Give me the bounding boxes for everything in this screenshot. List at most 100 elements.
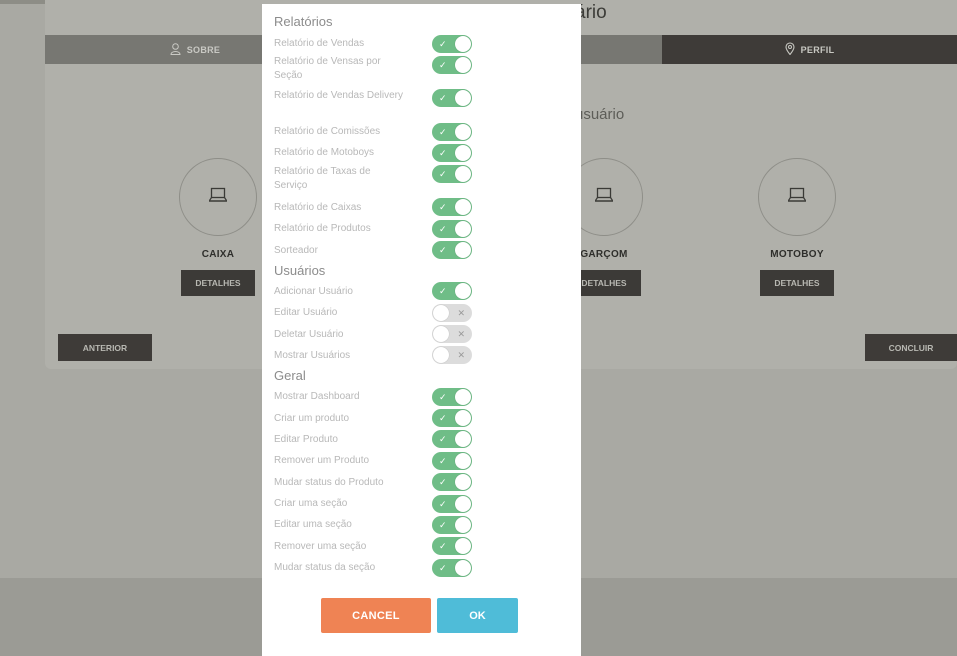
- section-subtitle: usuário: [575, 106, 625, 123]
- permission-toggle[interactable]: ✓: [432, 282, 472, 300]
- toggle-knob: [455, 199, 471, 215]
- check-icon: ✓: [439, 563, 447, 573]
- user-icon: [170, 42, 181, 57]
- toggle-knob: [455, 410, 471, 426]
- permission-toggle[interactable]: ✓: [432, 241, 472, 259]
- laptop-icon: [787, 187, 807, 208]
- x-icon: ✕: [457, 329, 465, 339]
- permission-toggle[interactable]: ✓: [432, 559, 472, 577]
- permission-toggle[interactable]: ✓: [432, 198, 472, 216]
- permission-toggle[interactable]: ✓: [432, 123, 472, 141]
- toggle-knob: [433, 305, 449, 321]
- x-icon: ✕: [457, 350, 465, 360]
- previous-button[interactable]: ANTERIOR: [58, 334, 152, 361]
- check-icon: ✓: [439, 148, 447, 158]
- tab-sobre-label: SOBRE: [186, 44, 221, 55]
- check-icon: ✓: [439, 202, 447, 212]
- permission-toggle[interactable]: ✓: [432, 220, 472, 238]
- permission-label: Mudar status da seção: [274, 562, 376, 573]
- laptop-icon: [594, 187, 614, 208]
- check-icon: ✓: [439, 499, 447, 509]
- check-icon: ✓: [439, 520, 447, 530]
- role-card-caixa: CAIXA DETALHES: [168, 158, 268, 296]
- permission-label: Relatório de Vendas: [274, 38, 365, 49]
- check-icon: ✓: [439, 39, 447, 49]
- toggle-knob: [455, 57, 471, 73]
- toggle-knob: [455, 517, 471, 533]
- toggle-knob: [455, 36, 471, 52]
- tab-perfil[interactable]: PERFIL: [662, 35, 957, 64]
- toggle-knob: [455, 166, 471, 182]
- toggle-knob: [455, 124, 471, 140]
- check-icon: ✓: [439, 169, 447, 179]
- permission-label: Relatório de Taxas de Serviço: [274, 166, 371, 191]
- check-icon: ✓: [439, 456, 447, 466]
- permission-toggle[interactable]: ✓: [432, 537, 472, 555]
- permission-label: Relatório de Vendas Delivery: [274, 90, 403, 101]
- check-icon: ✓: [439, 127, 447, 137]
- permission-section-title: Relatórios: [274, 14, 333, 29]
- toggle-knob: [455, 90, 471, 106]
- check-icon: ✓: [439, 477, 447, 487]
- permission-toggle[interactable]: ✓: [432, 35, 472, 53]
- role-name: CAIXA: [201, 249, 235, 260]
- permission-label: Mostrar Dashboard: [274, 391, 360, 402]
- role-name: MOTOBOY: [770, 249, 824, 260]
- permission-label: Adicionar Usuário: [274, 286, 353, 297]
- toggle-knob: [455, 496, 471, 512]
- check-icon: ✓: [439, 224, 447, 234]
- toggle-knob: [455, 560, 471, 576]
- check-icon: ✓: [439, 286, 447, 296]
- check-icon: ✓: [439, 541, 447, 551]
- permission-toggle[interactable]: ✓: [432, 388, 472, 406]
- permission-toggle[interactable]: ✕: [432, 325, 472, 343]
- permission-label: Remover uma seção: [274, 541, 367, 552]
- permission-toggle[interactable]: ✕: [432, 346, 472, 364]
- permission-label: Remover um Produto: [274, 455, 370, 466]
- toggle-knob: [455, 242, 471, 258]
- permission-label: Deletar Usuário: [274, 329, 344, 340]
- toggle-knob: [455, 283, 471, 299]
- ok-button[interactable]: OK: [437, 598, 518, 633]
- permission-toggle[interactable]: ✓: [432, 165, 472, 183]
- permission-label: Editar Produto: [274, 434, 338, 445]
- toggle-knob: [433, 347, 449, 363]
- permission-section-title: Usuários: [274, 263, 326, 278]
- permission-label: Relatório de Motoboys: [274, 147, 375, 158]
- permission-toggle[interactable]: ✕: [432, 304, 472, 322]
- details-button[interactable]: DETALHES: [760, 270, 834, 296]
- check-icon: ✓: [439, 434, 447, 444]
- check-icon: ✓: [439, 413, 447, 423]
- toggle-knob: [455, 474, 471, 490]
- toggle-knob: [433, 326, 449, 342]
- permission-toggle[interactable]: ✓: [432, 56, 472, 74]
- laptop-icon: [208, 187, 228, 208]
- permission-toggle[interactable]: ✓: [432, 409, 472, 427]
- role-card-motoboy: MOTOBOY DETALHES: [747, 158, 847, 296]
- permission-toggle[interactable]: ✓: [432, 473, 472, 491]
- permission-label: Relatório de Caixas: [274, 202, 362, 213]
- finish-button[interactable]: CONCLUIR: [865, 334, 957, 361]
- check-icon: ✓: [439, 93, 447, 103]
- permission-toggle[interactable]: ✓: [432, 430, 472, 448]
- permission-toggle[interactable]: ✓: [432, 89, 472, 107]
- permission-label: Criar uma seção: [274, 498, 348, 509]
- permission-label: Relatório de Produtos: [274, 223, 371, 234]
- permission-label: Mostrar Usuários: [274, 350, 351, 361]
- cancel-button[interactable]: CANCEL: [321, 598, 431, 633]
- role-icon-circle: [758, 158, 836, 236]
- toggle-knob: [455, 221, 471, 237]
- permission-toggle[interactable]: ✓: [432, 516, 472, 534]
- toggle-knob: [455, 538, 471, 554]
- permission-label: Editar uma seção: [274, 519, 352, 530]
- permission-toggle[interactable]: ✓: [432, 452, 472, 470]
- check-icon: ✓: [439, 60, 447, 70]
- details-button[interactable]: DETALHES: [181, 270, 255, 296]
- permission-toggle[interactable]: ✓: [432, 144, 472, 162]
- permission-toggle[interactable]: ✓: [432, 495, 472, 513]
- permission-section-title: Geral: [274, 368, 306, 383]
- check-icon: ✓: [439, 392, 447, 402]
- toggle-knob: [455, 453, 471, 469]
- permission-label: Relatório de Vensas por Seção: [274, 56, 381, 81]
- check-icon: ✓: [439, 245, 447, 255]
